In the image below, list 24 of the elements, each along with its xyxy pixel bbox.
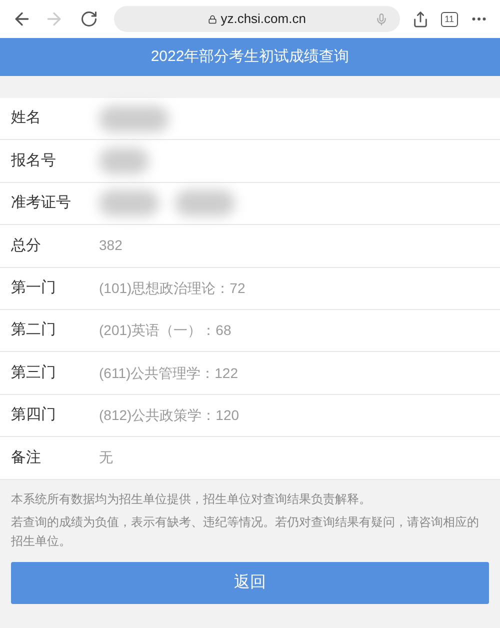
field-label: 第四门	[11, 405, 57, 426]
address-bar[interactable]: yz.chsi.com.cn	[114, 6, 400, 32]
field-label: 准考证号	[11, 193, 72, 214]
notice-text: 本系统所有数据均为招生单位提供，招生单位对查询结果负责解释。	[11, 490, 372, 508]
field-label: 第一门	[11, 278, 57, 298]
field-value: 382	[99, 236, 122, 256]
url-text: yz.chsi.com.cn	[220, 10, 306, 28]
reload-icon[interactable]	[80, 10, 98, 28]
lock-icon	[208, 14, 217, 24]
field-value: (611)公共管理学：122	[99, 364, 238, 383]
field-label: 总分	[11, 236, 42, 256]
field-value: (812)公共政策学：120	[99, 406, 240, 425]
tab-count[interactable]: 11	[440, 12, 458, 26]
field-label: 备注	[11, 448, 42, 468]
field-value: 无	[99, 448, 113, 468]
share-icon[interactable]	[412, 10, 429, 28]
field-label: 第三门	[11, 362, 57, 383]
field-label: 报名号	[11, 150, 57, 171]
notice-text: 若查询的成绩为负值，表示有缺考、违纪等情况。若仍对查询结果有疑问，请咨询相应的招生单位。	[11, 514, 480, 550]
field-value: (201)英语（一）：68	[99, 321, 232, 340]
field-value: (101)思想政治理论：72	[99, 278, 246, 298]
field-label: 姓名	[11, 108, 42, 128]
field-label: 第二门	[11, 320, 57, 340]
page-title: 2022年部分考生初试成绩查询	[150, 46, 350, 67]
